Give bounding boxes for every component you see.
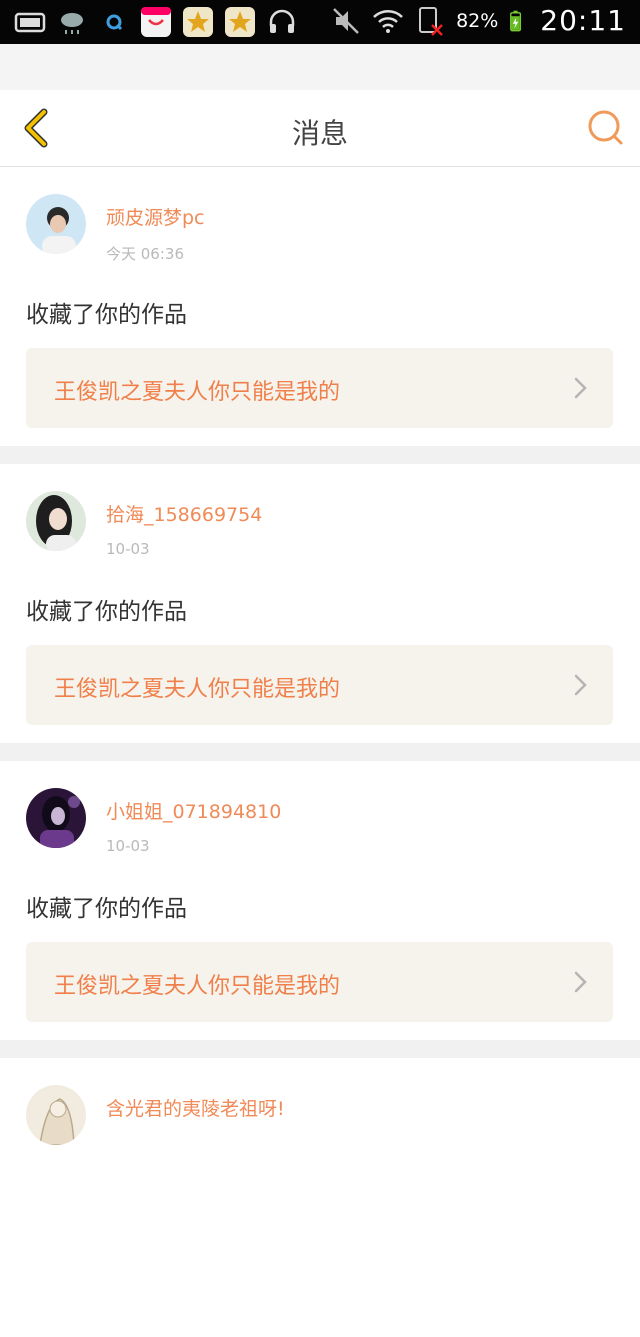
message-list: 顽皮源梦pc 今天 06:36 收藏了你的作品 王俊凯之夏夫人你只能是我的 拾海… <box>0 167 640 1337</box>
work-link[interactable]: 王俊凯之夏夫人你只能是我的 <box>26 942 613 1022</box>
list-item: 含光君的夷陵老祖呀! <box>0 1058 640 1337</box>
star-badge-icon <box>183 7 213 37</box>
status-bar: 82% 20:11 <box>0 0 640 44</box>
top-spacer <box>0 44 640 90</box>
screen-icon <box>14 12 46 33</box>
work-link[interactable]: 王俊凯之夏夫人你只能是我的 <box>26 348 613 428</box>
search-icon[interactable] <box>586 108 626 148</box>
work-title: 王俊凯之夏夫人你只能是我的 <box>54 974 341 999</box>
mute-icon <box>333 7 359 34</box>
action-text: 收藏了你的作品 <box>26 599 187 625</box>
list-item: 拾海_158669754 10-03 收藏了你的作品 王俊凯之夏夫人你只能是我的 <box>0 464 640 743</box>
list-item: 小姐姐_071894810 10-03 收藏了你的作品 王俊凯之夏夫人你只能是我… <box>0 761 640 1040</box>
work-link[interactable]: 王俊凯之夏夫人你只能是我的 <box>26 645 613 725</box>
clock: 20:11 <box>540 4 626 37</box>
chevron-right-icon <box>574 377 587 399</box>
battery-icon <box>510 10 522 31</box>
username[interactable]: 含光君的夷陵老祖呀! <box>106 1094 285 1121</box>
username[interactable]: 小姐姐_071894810 <box>106 797 281 824</box>
chevron-right-icon <box>574 971 587 993</box>
page-title: 消息 <box>291 117 348 150</box>
chevron-right-icon <box>574 674 587 696</box>
wifi-icon <box>373 9 403 33</box>
avatar[interactable] <box>26 1085 86 1145</box>
action-text: 收藏了你的作品 <box>26 302 187 328</box>
work-title: 王俊凯之夏夫人你只能是我的 <box>54 380 341 405</box>
star-badge-icon <box>225 7 255 37</box>
timestamp: 10-03 <box>106 837 150 855</box>
sim-icon <box>419 6 443 36</box>
avatar[interactable] <box>26 788 86 848</box>
cloud-rain-icon <box>61 13 83 34</box>
action-text: 收藏了你的作品 <box>26 896 187 922</box>
list-item: 顽皮源梦pc 今天 06:36 收藏了你的作品 王俊凯之夏夫人你只能是我的 <box>0 167 640 446</box>
avatar[interactable] <box>26 491 86 551</box>
gift-icon <box>141 7 171 37</box>
username[interactable]: 拾海_158669754 <box>106 500 262 527</box>
browser-icon <box>106 14 123 31</box>
username[interactable]: 顽皮源梦pc <box>106 203 205 230</box>
nav-bar: 消息 <box>0 90 640 167</box>
timestamp: 10-03 <box>106 540 150 558</box>
battery-percent: 82% <box>456 9 499 32</box>
timestamp: 今天 06:36 <box>106 245 184 263</box>
work-title: 王俊凯之夏夫人你只能是我的 <box>54 677 341 702</box>
headphones-icon <box>269 9 295 33</box>
avatar[interactable] <box>26 194 86 254</box>
